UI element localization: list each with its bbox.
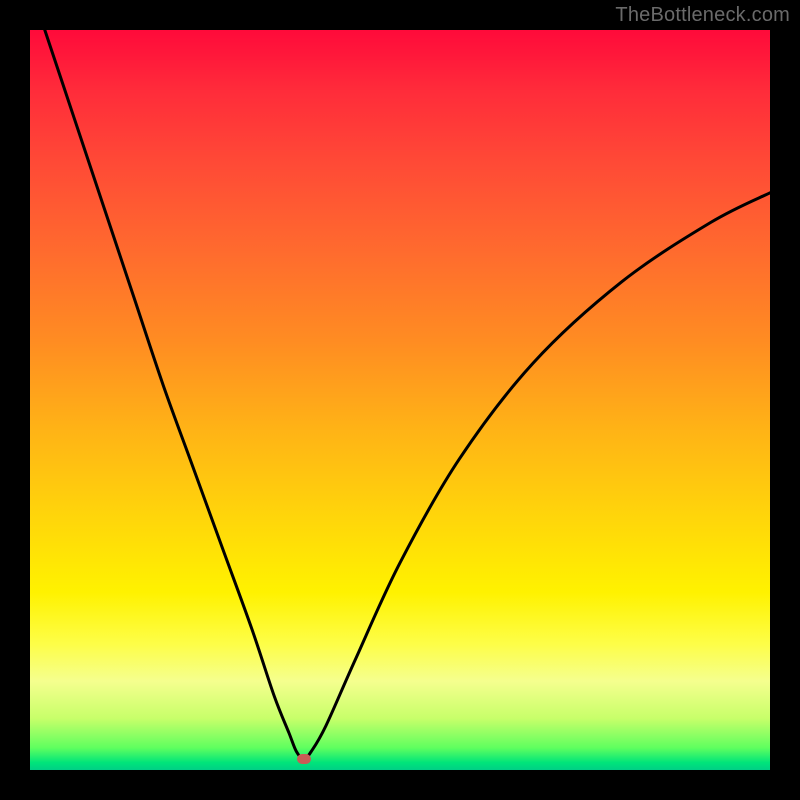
- chart-frame: TheBottleneck.com: [0, 0, 800, 800]
- watermark-text: TheBottleneck.com: [615, 4, 790, 27]
- bottleneck-curve: [45, 30, 770, 759]
- curve-svg: [30, 30, 770, 770]
- plot-area: [30, 30, 770, 770]
- optimal-point-marker: [297, 754, 311, 764]
